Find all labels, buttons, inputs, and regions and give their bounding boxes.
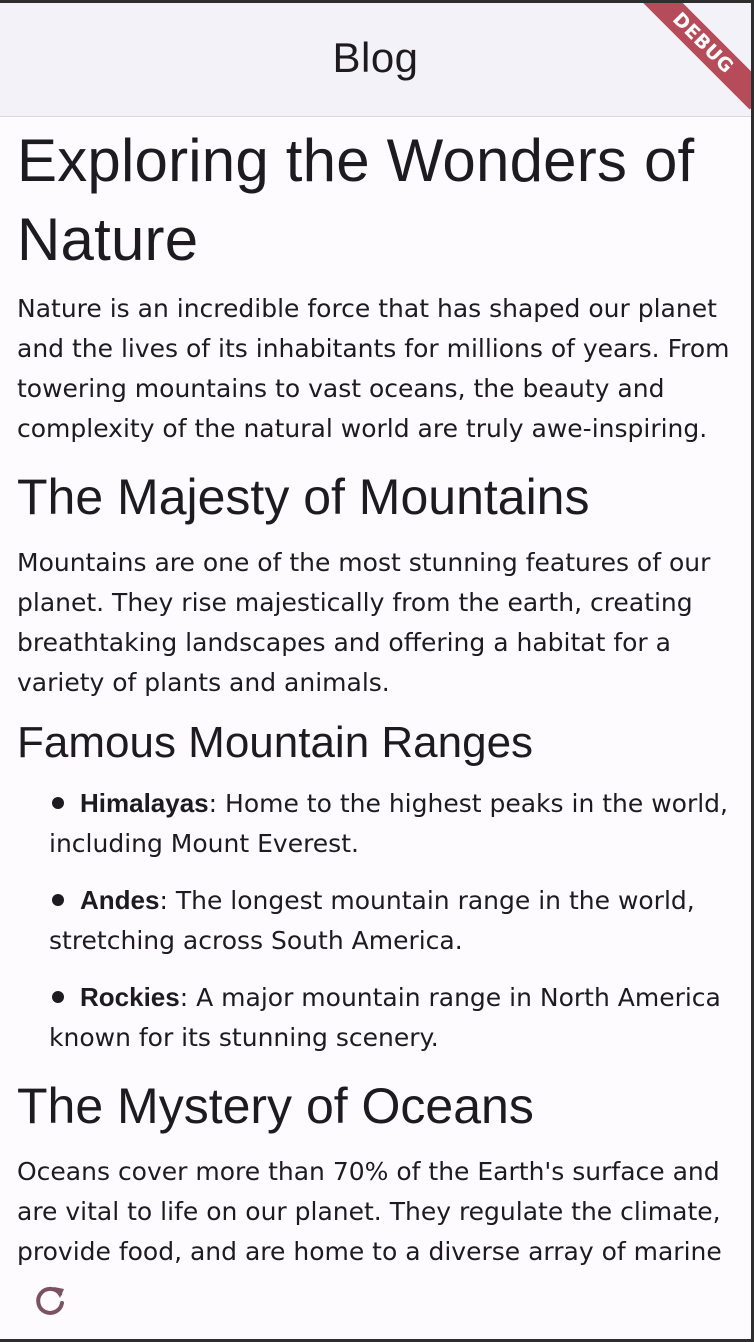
- refresh-icon[interactable]: [32, 1283, 68, 1319]
- article-title: Exploring the Wonders of Nature: [17, 127, 695, 273]
- mountains-paragraph: Mountains are one of the most stunning f…: [17, 548, 711, 697]
- oceans-paragraph: Oceans cover more than 70% of the Earth'…: [17, 1157, 722, 1266]
- list-item: Andes: The longest mountain range in the…: [49, 880, 737, 961]
- article-content: Exploring the Wonders of Nature Nature i…: [17, 121, 737, 1272]
- device-frame: Blog DEBUG Exploring the Wonders of Natu…: [0, 0, 754, 1342]
- mountains-heading: The Majesty of Mountains: [17, 469, 590, 525]
- app-screen: Blog DEBUG Exploring the Wonders of Natu…: [0, 3, 751, 1339]
- list-item: Rockies: A major mountain range in North…: [49, 977, 737, 1058]
- bullet-icon: [52, 894, 64, 906]
- ranges-list: Himalayas: Home to the highest peaks in …: [17, 783, 737, 1058]
- range-term: Rockies: [80, 982, 180, 1012]
- intro-paragraph: Nature is an incredible force that has s…: [17, 294, 730, 443]
- app-bar-title: Blog: [332, 33, 419, 81]
- ranges-heading: Famous Mountain Ranges: [17, 718, 534, 767]
- range-term: Himalayas: [80, 788, 209, 818]
- range-term: Andes: [80, 885, 160, 915]
- app-bar: Blog: [0, 3, 751, 117]
- bullet-icon: [52, 991, 64, 1003]
- bullet-icon: [52, 797, 64, 809]
- list-item: Himalayas: Home to the highest peaks in …: [49, 783, 737, 864]
- oceans-heading: The Mystery of Oceans: [17, 1078, 534, 1134]
